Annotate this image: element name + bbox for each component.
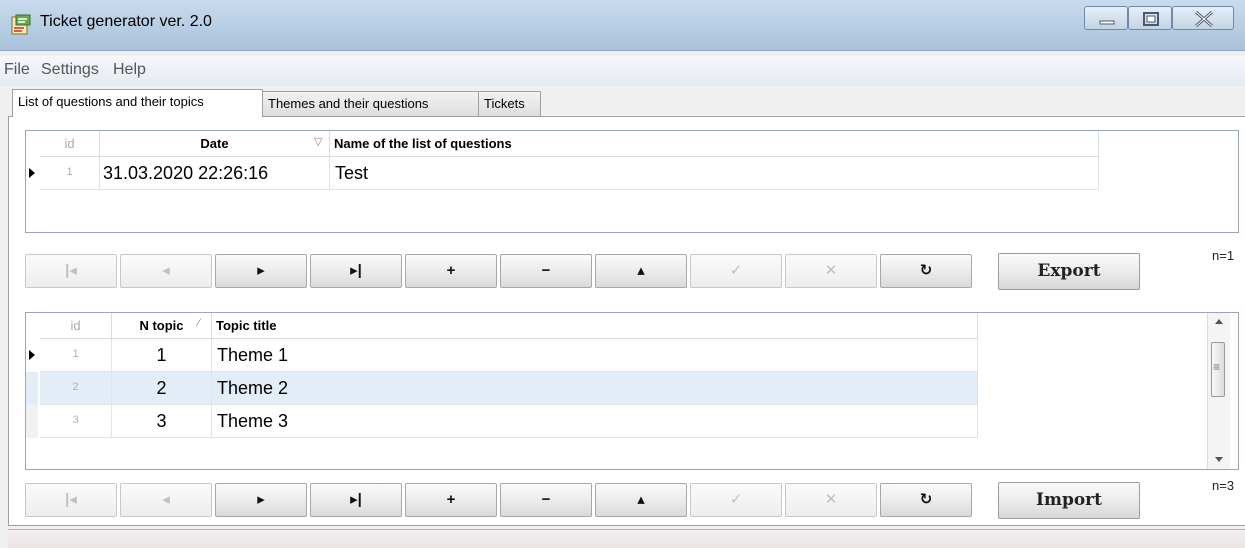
menu-help[interactable]: Help bbox=[113, 61, 146, 79]
column-header-topic-title[interactable]: Topic title bbox=[212, 313, 978, 339]
questions-count: n=1 bbox=[1212, 248, 1235, 263]
sort-desc-icon: ▽ bbox=[314, 136, 323, 148]
import-button[interactable]: Import bbox=[998, 482, 1140, 519]
window-title: Ticket generator ver. 2.0 bbox=[40, 13, 212, 30]
nav-refresh-button[interactable]: ↻ bbox=[880, 483, 972, 517]
scroll-down-icon[interactable] bbox=[1208, 450, 1230, 468]
date-header-label: Date bbox=[200, 136, 229, 151]
maximize-button[interactable] bbox=[1128, 6, 1172, 30]
nav-insert-button[interactable]: + bbox=[405, 483, 497, 517]
nav-edit-button[interactable]: ▴ bbox=[595, 254, 687, 288]
menu-settings[interactable]: Settings bbox=[41, 61, 99, 79]
row-indicator bbox=[26, 372, 38, 405]
nav-post-icon: ✓ bbox=[729, 491, 743, 508]
nav-edit-icon: ▴ bbox=[637, 262, 645, 279]
nav-insert-icon: + bbox=[446, 491, 456, 508]
close-icon bbox=[1195, 10, 1213, 28]
nav-insert-button[interactable]: + bbox=[405, 254, 497, 288]
nav-cancel-button[interactable]: ✕ bbox=[785, 254, 877, 288]
nav-last-icon: ▸| bbox=[350, 262, 362, 279]
nav-refresh-icon: ↻ bbox=[919, 491, 933, 508]
topics-vertical-scrollbar[interactable] bbox=[1207, 313, 1230, 469]
scroll-up-icon[interactable] bbox=[1208, 313, 1230, 331]
n-topic-header-label: N topic bbox=[139, 318, 184, 333]
app-icon bbox=[11, 14, 31, 35]
status-bar bbox=[8, 529, 1245, 548]
export-button[interactable]: Export bbox=[998, 253, 1140, 290]
row-name[interactable]: Test bbox=[330, 157, 1099, 190]
nav-first-button[interactable]: |◂ bbox=[25, 483, 117, 517]
nav-prior-icon: ◂ bbox=[162, 491, 170, 508]
nav-delete-icon: − bbox=[541, 491, 551, 508]
nav-refresh-button[interactable]: ↻ bbox=[880, 254, 972, 288]
nav-next-button[interactable]: ▸ bbox=[215, 254, 307, 288]
row-topic-title[interactable]: Theme 2 bbox=[212, 372, 978, 405]
row-topic-title[interactable]: Theme 3 bbox=[212, 405, 978, 438]
row-indicator bbox=[26, 405, 38, 438]
nav-last-button[interactable]: ▸| bbox=[310, 254, 402, 288]
close-button[interactable] bbox=[1172, 6, 1234, 30]
nav-next-icon: ▸ bbox=[257, 262, 265, 279]
nav-delete-button[interactable]: − bbox=[500, 483, 592, 517]
row-topic-title[interactable]: Theme 1 bbox=[212, 339, 978, 372]
nav-first-button[interactable]: |◂ bbox=[25, 254, 117, 288]
title-bar: Ticket generator ver. 2.0 bbox=[0, 0, 1245, 51]
nav-next-button[interactable]: ▸ bbox=[215, 483, 307, 517]
nav-edit-button[interactable]: ▴ bbox=[595, 483, 687, 517]
topics-count: n=3 bbox=[1212, 478, 1235, 493]
nav-delete-button[interactable]: − bbox=[500, 254, 592, 288]
scroll-thumb[interactable] bbox=[1211, 342, 1225, 397]
nav-first-icon: |◂ bbox=[65, 491, 77, 508]
row-n-topic[interactable]: 3 bbox=[112, 405, 212, 438]
nav-post-button[interactable]: ✓ bbox=[690, 483, 782, 517]
nav-first-icon: |◂ bbox=[65, 262, 77, 279]
nav-post-button[interactable]: ✓ bbox=[690, 254, 782, 288]
tab-themes-questions[interactable]: Themes and their questions bbox=[262, 91, 479, 116]
nav-edit-icon: ▴ bbox=[637, 491, 645, 508]
nav-prior-icon: ◂ bbox=[162, 262, 170, 279]
nav-refresh-icon: ↻ bbox=[919, 262, 933, 279]
row-n-topic[interactable]: 1 bbox=[112, 339, 212, 372]
nav-last-button[interactable]: ▸| bbox=[310, 483, 402, 517]
maximize-icon bbox=[1143, 12, 1159, 26]
column-header-date[interactable]: Date ▽ bbox=[100, 131, 330, 157]
sort-asc-icon: ⁄ bbox=[198, 317, 200, 329]
row-id[interactable]: 2 bbox=[40, 372, 112, 405]
nav-delete-icon: − bbox=[541, 262, 551, 279]
current-row-indicator-icon bbox=[26, 339, 38, 372]
current-row-indicator-icon bbox=[26, 157, 38, 190]
questions-grid[interactable]: id Date ▽ Name of the list of questions … bbox=[25, 130, 1239, 233]
nav-next-icon: ▸ bbox=[257, 491, 265, 508]
minimize-button[interactable] bbox=[1084, 6, 1128, 30]
column-header-n-topic[interactable]: N topic ⁄ bbox=[112, 313, 212, 339]
row-id[interactable]: 3 bbox=[40, 405, 112, 438]
nav-last-icon: ▸| bbox=[350, 491, 362, 508]
tab-tickets[interactable]: Tickets bbox=[478, 91, 541, 116]
topics-grid[interactable]: id N topic ⁄ Topic title 1 1 Theme 1 2 2… bbox=[25, 312, 1239, 470]
tab-questions-topics[interactable]: List of questions and their topics bbox=[12, 89, 263, 117]
nav-cancel-icon: ✕ bbox=[824, 491, 838, 508]
menu-bar: File Settings Help bbox=[0, 56, 1245, 86]
nav-prior-button[interactable]: ◂ bbox=[120, 254, 212, 288]
row-id[interactable]: 1 bbox=[40, 339, 112, 372]
row-id[interactable]: 1 bbox=[40, 157, 100, 190]
column-header-id[interactable]: id bbox=[40, 131, 100, 157]
row-date[interactable]: 31.03.2020 22:26:16 bbox=[100, 157, 330, 190]
nav-insert-icon: + bbox=[446, 262, 456, 279]
menu-file[interactable]: File bbox=[4, 61, 30, 79]
minimize-icon bbox=[1099, 20, 1115, 25]
nav-post-icon: ✓ bbox=[729, 262, 743, 279]
column-header-name[interactable]: Name of the list of questions bbox=[330, 131, 1099, 157]
column-header-id[interactable]: id bbox=[40, 313, 112, 339]
nav-cancel-button[interactable]: ✕ bbox=[785, 483, 877, 517]
row-n-topic[interactable]: 2 bbox=[112, 372, 212, 405]
nav-prior-button[interactable]: ◂ bbox=[120, 483, 212, 517]
nav-cancel-icon: ✕ bbox=[824, 262, 838, 279]
